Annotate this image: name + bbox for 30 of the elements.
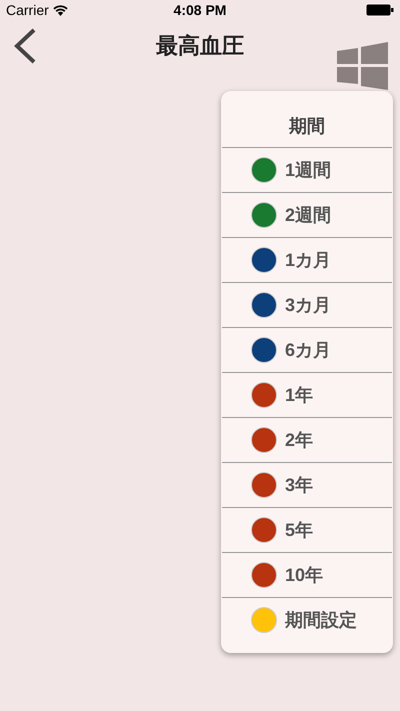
windows-icon[interactable] <box>337 42 388 90</box>
back-chevron-icon <box>12 28 38 64</box>
period-label: 3年 <box>285 474 314 496</box>
period-label: 期間設定 <box>285 608 357 632</box>
nav-title: 最高血圧 <box>156 32 244 60</box>
period-label: 1年 <box>285 384 314 406</box>
carrier-label: Carrier <box>6 0 49 20</box>
period-item[interactable]: 10年 <box>222 552 392 597</box>
period-item[interactable]: 3年 <box>222 462 392 507</box>
period-label: 1週間 <box>285 158 332 182</box>
period-item[interactable]: 2週間 <box>222 192 392 237</box>
period-label: 10年 <box>285 564 324 586</box>
period-item[interactable]: 1年 <box>222 372 392 417</box>
status-time: 4:08 PM <box>174 0 226 20</box>
period-label: 2週間 <box>285 204 332 226</box>
period-item[interactable]: 6カ月 <box>222 327 392 372</box>
period-item[interactable]: 1カ月 <box>222 237 392 282</box>
period-item[interactable]: 2年 <box>222 417 392 462</box>
period-item[interactable]: 5年 <box>222 507 392 552</box>
period-item[interactable]: 1週間 <box>222 147 392 192</box>
period-label: 1カ月 <box>285 248 332 272</box>
period-item[interactable]: 3カ月 <box>222 282 392 327</box>
menu-title: 期間 <box>289 115 325 138</box>
period-label: 3カ月 <box>285 294 332 316</box>
period-label: 2年 <box>285 428 314 452</box>
period-label: 6カ月 <box>285 338 332 362</box>
period-label: 5年 <box>285 518 314 542</box>
wifi-icon <box>52 4 68 16</box>
period-item[interactable]: 期間設定 <box>222 597 392 642</box>
battery-icon <box>366 4 394 16</box>
